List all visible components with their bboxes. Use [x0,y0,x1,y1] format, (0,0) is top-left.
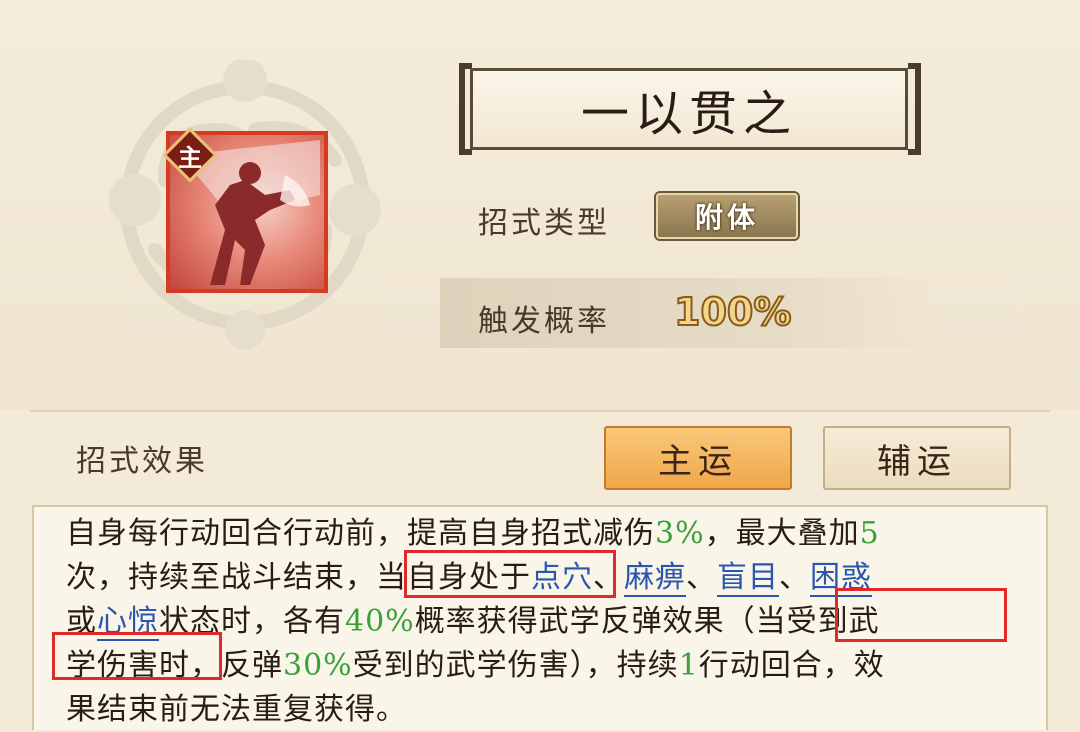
highlight-box-trigger-end [52,632,222,680]
value-duration: 1 [678,648,699,683]
section-divider [30,410,1050,412]
value-damage-reduction: 3% [655,516,705,551]
value-reflect-chance: 40% [345,604,415,639]
main-badge-label: 主 [178,142,202,172]
value-max-stack: 5 [859,516,880,551]
highlight-box-trigger-start [835,588,1007,642]
skill-effect-label: 招式效果 [76,444,208,479]
skill-title: 一以贯之 [470,68,908,150]
keyword-blind[interactable]: 盲目 [717,560,779,597]
value-reflect-amount: 30% [283,648,353,683]
tab-aux-mode[interactable]: 辅运 [823,426,1011,490]
skill-type-label: 招式类型 [478,206,610,241]
trigger-probability-value: 100% [673,289,792,335]
keyword-paralysis[interactable]: 麻痹 [624,560,686,597]
trigger-probability-label: 触发概率 [478,304,610,339]
highlight-box-condition [404,550,616,598]
tab-main-mode[interactable]: 主运 [604,426,792,490]
description-line-5: 果结束前无法重复获得。 [66,692,407,727]
skill-type-badge: 附体 [656,193,798,239]
main-skill-badge: 主 [162,127,218,183]
